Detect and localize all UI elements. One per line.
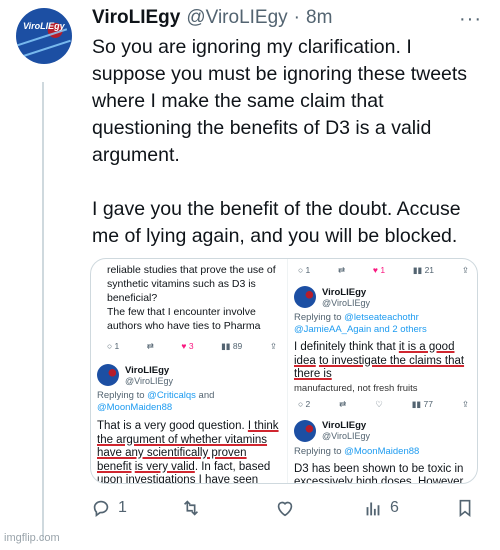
avatar[interactable]: ViroLIEgy <box>16 8 72 64</box>
right-actions-top: ○ 1 ⇄ ♥ 1 ▮▮ 21 ⇪ <box>294 265 473 276</box>
timestamp[interactable]: 8m <box>306 7 332 29</box>
views-icon: ▮▮ 21 <box>412 265 435 275</box>
mini-avatar <box>97 364 119 386</box>
left-reply-text: That is a very good question. I think th… <box>97 420 279 483</box>
mini-avatar <box>294 286 316 308</box>
tweet-paragraph-2: I gave you the benefit of the doubt. Acc… <box>92 198 461 247</box>
reply-button[interactable]: 1 <box>90 497 127 519</box>
thread-line <box>42 82 44 540</box>
like-icon: ♥ 3 <box>181 341 194 351</box>
right-reply1-text: I definitely think that it is a good ide… <box>294 341 465 380</box>
views-button[interactable]: 6 <box>362 497 399 519</box>
like-icon: ♥ 1 <box>372 265 386 275</box>
reply-icon: ○ 1 <box>107 341 120 351</box>
more-options-icon[interactable]: ··· <box>459 8 482 31</box>
reply-icon: ○ 1 <box>298 265 311 275</box>
retweet-icon: ⇄ <box>146 341 154 351</box>
bookmark-icon <box>459 499 471 518</box>
screenshot-right: ○ 1 ⇄ ♥ 1 ▮▮ 21 ⇪ ViroLIEgy @ViroLIEgy R… <box>287 259 477 484</box>
author-name[interactable]: ViroLIEgy <box>92 7 180 29</box>
retweet-icon <box>183 500 199 516</box>
retweet-button[interactable] <box>180 497 202 519</box>
dna-graphic <box>17 28 71 58</box>
replying-to: Replying to @letseateachothr @JamieAA_Ag… <box>294 312 427 335</box>
overlap-text: manufactured, not fresh fruits <box>294 382 418 394</box>
author-handle[interactable]: @ViroLIEgy <box>186 7 287 29</box>
right-reply2-text: D3 has been shown to be toxic in excessi… <box>294 462 466 484</box>
share-icon: ⇪ <box>461 398 469 409</box>
reply-author-name: ViroLIEgy <box>125 364 170 376</box>
left-reply-header: ViroLIEgy @ViroLIEgy <box>97 364 281 386</box>
retweet-icon: ⇄ <box>339 398 347 409</box>
views-icon: ▮▮ 77 <box>411 398 433 409</box>
screenshot-left: reliable studies that prove the use of s… <box>91 259 287 483</box>
reply-author-name: ViroLIEgy <box>322 286 367 298</box>
retweet-icon: ⇄ <box>338 265 346 275</box>
right-reply2-header: ViroLIEgy @ViroLIEgy <box>294 419 473 442</box>
right-actions-mid: ○ 2 ⇄ ♡ ▮▮ 77 ⇪ <box>294 399 473 410</box>
reply-icon: ○ 2 <box>298 398 311 409</box>
views-count: 6 <box>390 499 399 516</box>
separator-dot: · <box>293 7 300 28</box>
watermark: imgflip.com <box>4 532 60 544</box>
share-icon: ⇪ <box>269 341 277 351</box>
reply-author-handle: @ViroLIEgy <box>125 375 173 386</box>
views-icon: ▮▮ 89 <box>221 341 243 351</box>
mini-avatar <box>294 419 316 442</box>
right-reply1-header: ViroLIEgy @ViroLIEgy <box>294 286 473 308</box>
tweet-text: So you are ignoring my clarification. I … <box>92 34 482 250</box>
like-button[interactable] <box>274 497 296 519</box>
reply-author-handle: @ViroLIEgy <box>322 431 370 441</box>
avatar-logo-text: ViroLIEgy <box>23 21 65 31</box>
reply-icon <box>93 500 109 517</box>
tweet-actions: 1 6 <box>90 496 480 520</box>
replying-to: Replying to @Criticalqs and @MoonMaiden8… <box>97 390 215 413</box>
share-icon: ⇪ <box>461 265 469 275</box>
replying-to: Replying to @MoonMaiden88 <box>294 445 420 457</box>
attached-image[interactable]: reliable studies that prove the use of s… <box>90 258 478 484</box>
reply-count: 1 <box>118 499 127 516</box>
left-top-text: reliable studies that prove the use of s… <box>107 264 276 332</box>
heart-icon <box>277 501 293 517</box>
bookmark-button[interactable] <box>454 497 476 519</box>
reply-author-name: ViroLIEgy <box>322 420 367 431</box>
reply-author-handle: @ViroLIEgy <box>322 297 370 308</box>
left-actions: ○ 1 ⇄ ♥ 3 ▮▮ 89 ⇪ <box>97 341 281 352</box>
tweet-paragraph-1: So you are ignoring my clarification. I … <box>92 36 468 166</box>
tweet-header: ViroLIEgy @ViroLIEgy · 8m <box>92 4 332 32</box>
views-icon <box>366 502 380 516</box>
like-icon: ♡ <box>375 398 383 409</box>
